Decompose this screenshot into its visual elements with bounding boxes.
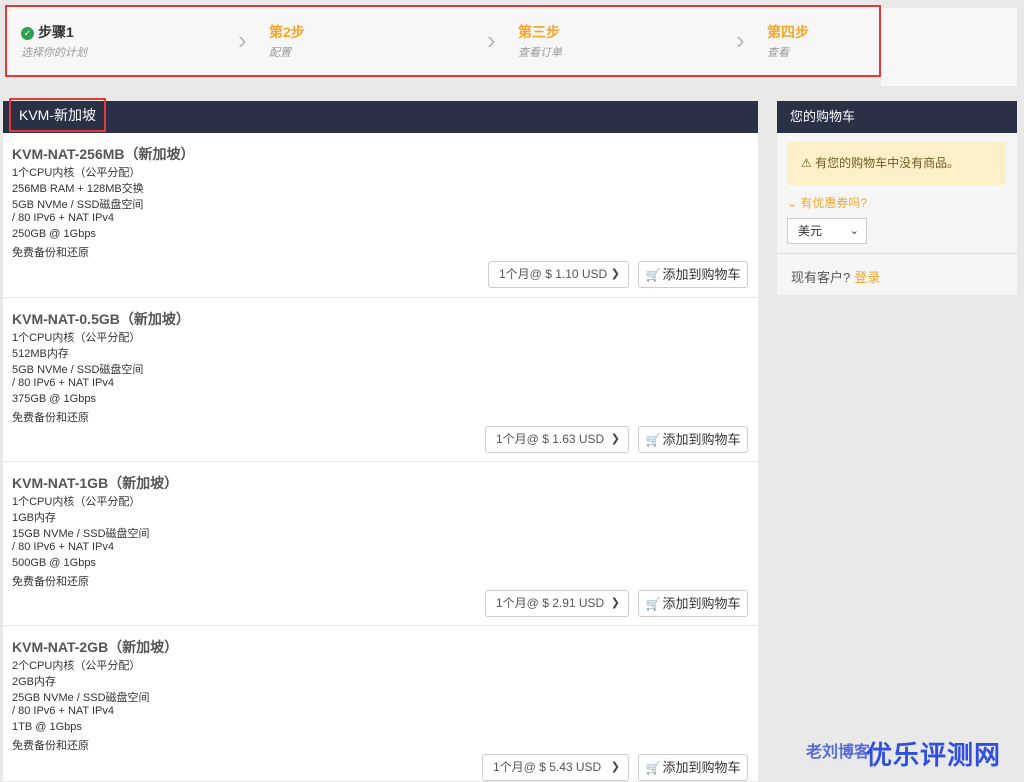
login-link[interactable]: 登录 bbox=[854, 270, 880, 285]
product-card: KVM-NAT-1GB（新加坡） 1个CPU内核（公平分配） 1GB内存 15G… bbox=[3, 461, 758, 626]
product-feature: 25GB NVMe / SSD磁盘空间 bbox=[12, 692, 150, 704]
product-feature: 15GB NVMe / SSD磁盘空间 bbox=[12, 528, 150, 540]
chevron-down-icon: ⌄ bbox=[787, 196, 798, 210]
coupon-link[interactable]: ⌄ 有优惠券吗? bbox=[787, 194, 867, 211]
cart-icon: 🛒 bbox=[645, 761, 661, 775]
step-title: 第三步 bbox=[518, 24, 560, 40]
billing-cycle-value: 1个月@ $ 5.43 USD bbox=[493, 760, 602, 774]
product-feature: 1个CPU内核（公平分配） bbox=[12, 332, 141, 344]
product-feature: / 80 IPv6 + NAT IPv4 bbox=[12, 212, 115, 224]
cart-title: 您的购物车 bbox=[777, 101, 1017, 133]
currency-select[interactable]: 美元 ⌄ bbox=[787, 218, 867, 244]
chevron-down-icon: ❯ bbox=[610, 761, 620, 773]
coupon-link-label: 有优惠券吗? bbox=[800, 196, 868, 210]
step-4: 第四步 查看 bbox=[767, 23, 987, 60]
step-title: 第四步 bbox=[767, 24, 809, 40]
product-card: KVM-NAT-0.5GB（新加坡） 1个CPU内核（公平分配） 512MB内存… bbox=[3, 297, 758, 462]
chevron-right-icon: › bbox=[487, 25, 496, 55]
chevron-down-icon: ❯ bbox=[610, 268, 620, 280]
product-card: KVM-NAT-2GB（新加坡） 2个CPU内核（公平分配） 2GB内存 25G… bbox=[3, 625, 758, 782]
billing-cycle-value: 1个月@ $ 1.10 USD bbox=[499, 267, 608, 281]
chevron-right-icon: › bbox=[736, 25, 745, 55]
step-subtitle: 查看订单 bbox=[518, 47, 562, 59]
step-subtitle: 查看 bbox=[767, 47, 789, 59]
existing-customer-prompt: 现有客户? bbox=[791, 270, 851, 285]
step-1: ✓ 步骤1 选择你的计划 bbox=[21, 23, 241, 60]
add-to-cart-label: 添加到购物车 bbox=[662, 432, 741, 447]
order-steps: ✓ 步骤1 选择你的计划 › 第2步 配置 › 第三步 查看订单 › 第四步 查看 bbox=[5, 5, 881, 77]
product-card: KVM-NAT-256MB（新加坡） 1个CPU内核（公平分配） 256MB R… bbox=[3, 133, 758, 297]
product-feature: 免费备份和还原 bbox=[12, 740, 89, 752]
product-feature: 免费备份和还原 bbox=[12, 247, 89, 259]
cart-icon: 🛒 bbox=[645, 268, 661, 282]
billing-cycle-select[interactable]: 1个月@ $ 5.43 USD ❯ bbox=[482, 754, 629, 781]
product-name: KVM-NAT-1GB（新加坡） bbox=[12, 475, 179, 491]
chevron-right-icon: › bbox=[238, 25, 247, 55]
product-feature: / 80 IPv6 + NAT IPv4 bbox=[12, 541, 115, 553]
product-feature: 375GB @ 1Gbps bbox=[12, 393, 96, 405]
currency-value: 美元 bbox=[798, 224, 823, 238]
chevron-down-icon: ❯ bbox=[610, 433, 620, 445]
cart-icon: 🛒 bbox=[645, 597, 661, 611]
divider bbox=[777, 253, 1017, 254]
product-feature: 1个CPU内核（公平分配） bbox=[12, 167, 141, 179]
products-panel: KVM-新加坡 KVM-NAT-256MB（新加坡） 1个CPU内核（公平分配）… bbox=[3, 98, 758, 782]
step-title: 第2步 bbox=[269, 24, 305, 40]
billing-cycle-select[interactable]: 1个月@ $ 2.91 USD ❯ bbox=[485, 590, 629, 617]
product-feature: / 80 IPv6 + NAT IPv4 bbox=[12, 705, 115, 717]
product-feature: 免费备份和还原 bbox=[12, 576, 89, 588]
watermark-text: 老刘博客 bbox=[806, 744, 871, 761]
billing-cycle-select[interactable]: 1个月@ $ 1.63 USD ❯ bbox=[485, 426, 629, 453]
add-to-cart-button[interactable]: 🛒 添加到购物车 bbox=[638, 426, 748, 453]
product-name: KVM-NAT-0.5GB（新加坡） bbox=[12, 311, 190, 327]
add-to-cart-label: 添加到购物车 bbox=[662, 760, 741, 775]
cart-sidebar: 您的购物车 ⚠ 有您的购物车中没有商品。 ⌄ 有优惠券吗? 美元 ⌄ 现有客户?… bbox=[777, 101, 1017, 295]
billing-cycle-value: 1个月@ $ 2.91 USD bbox=[496, 596, 605, 610]
step-subtitle: 选择你的计划 bbox=[21, 47, 87, 59]
billing-cycle-value: 1个月@ $ 1.63 USD bbox=[496, 432, 605, 446]
add-to-cart-button[interactable]: 🛒 添加到购物车 bbox=[638, 590, 748, 617]
step-subtitle: 配置 bbox=[269, 47, 291, 59]
category-header: KVM-新加坡 bbox=[3, 98, 758, 133]
cart-icon: 🛒 bbox=[645, 433, 661, 447]
billing-cycle-select[interactable]: 1个月@ $ 1.10 USD ❯ bbox=[488, 261, 629, 288]
product-feature: 512MB内存 bbox=[12, 348, 69, 360]
product-feature: 2个CPU内核（公平分配） bbox=[12, 660, 141, 672]
product-feature: / 80 IPv6 + NAT IPv4 bbox=[12, 377, 115, 389]
existing-customer-line: 现有客户? 登录 bbox=[791, 267, 880, 286]
cart-empty-message: 有您的购物车中没有商品。 bbox=[815, 156, 960, 170]
chevron-down-icon: ⌄ bbox=[849, 225, 859, 237]
product-name: KVM-NAT-256MB（新加坡） bbox=[12, 146, 195, 162]
add-to-cart-button[interactable]: 🛒 添加到购物车 bbox=[638, 261, 748, 288]
cart-empty-alert: ⚠ 有您的购物车中没有商品。 bbox=[787, 142, 1006, 185]
product-feature: 2GB内存 bbox=[12, 676, 57, 688]
product-feature: 5GB NVMe / SSD磁盘空间 bbox=[12, 364, 144, 376]
watermark-logo: 优乐评测网 bbox=[866, 740, 1002, 770]
product-name: KVM-NAT-2GB（新加坡） bbox=[12, 639, 179, 655]
chevron-down-icon: ❯ bbox=[610, 597, 620, 609]
product-feature: 5GB NVMe / SSD磁盘空间 bbox=[12, 199, 144, 211]
product-feature: 1GB内存 bbox=[12, 512, 57, 524]
product-feature: 250GB @ 1Gbps bbox=[12, 228, 96, 240]
product-feature: 1TB @ 1Gbps bbox=[12, 721, 82, 733]
step-title: 步骤1 bbox=[38, 24, 74, 40]
product-feature: 免费备份和还原 bbox=[12, 412, 89, 424]
add-to-cart-button[interactable]: 🛒 添加到购物车 bbox=[638, 754, 748, 781]
check-circle-icon: ✓ bbox=[21, 27, 34, 40]
add-to-cart-label: 添加到购物车 bbox=[662, 596, 741, 611]
step-3: 第三步 查看订单 bbox=[518, 23, 738, 60]
product-feature: 256MB RAM + 128MB交换 bbox=[12, 183, 144, 195]
product-feature: 1个CPU内核（公平分配） bbox=[12, 496, 141, 508]
product-feature: 500GB @ 1Gbps bbox=[12, 557, 96, 569]
step-2: 第2步 配置 bbox=[269, 23, 489, 60]
warning-icon: ⚠ bbox=[801, 156, 812, 170]
category-title: KVM-新加坡 bbox=[9, 98, 106, 132]
add-to-cart-label: 添加到购物车 bbox=[662, 267, 741, 282]
